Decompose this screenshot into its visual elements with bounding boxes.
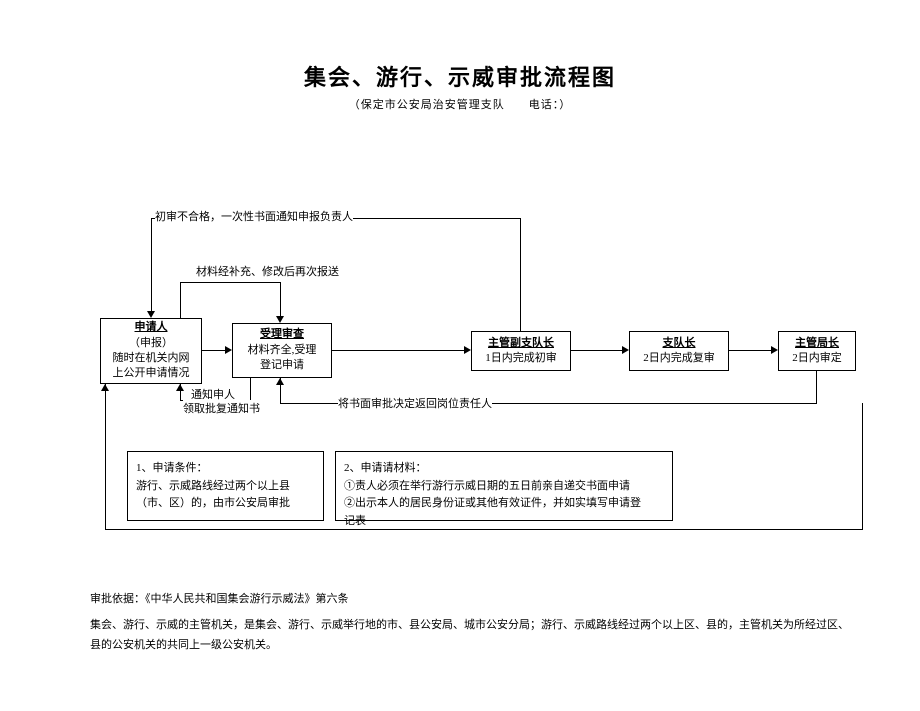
applicant-paren: （申报） xyxy=(129,336,173,351)
box-director: 主管局长 2日内审定 xyxy=(778,331,856,371)
arrow-review-vice xyxy=(464,346,471,354)
box-vice: 主管副支队长 1日内完成初审 xyxy=(471,331,571,371)
line-resubmit-top xyxy=(180,282,280,283)
review-header: 受理审查 xyxy=(260,327,304,342)
review-l1: 材料齐全,受理 xyxy=(248,343,317,358)
info-right-l4: 记表 xyxy=(344,513,664,531)
line-resubmit-down xyxy=(280,282,281,318)
chief-l1: 2日内完成复审 xyxy=(643,351,715,366)
page-title: 集会、游行、示威审批流程图 xyxy=(0,60,920,92)
page-subtitle: （保定市公安局治安管理支队 电话：） xyxy=(0,96,920,112)
footer-basis: 审批依据：《中华人民共和国集会游行示威法》第六条 xyxy=(90,590,349,610)
applicant-header: 申请人 xyxy=(135,320,168,335)
line-stub-right xyxy=(862,403,863,451)
line-reject-up xyxy=(520,218,521,331)
info-right-l3: ②出示本人的居民身份证或其他有效证件，并如实填写申请登 xyxy=(344,495,664,513)
footer-para: 集会、游行、示威的主管机关，是集会、游行、示威举行地的市、县公安局、城市公安分局… xyxy=(90,616,850,656)
label-resubmit: 材料经补充、修改后再次报送 xyxy=(196,263,339,279)
vice-l1: 1日内完成初审 xyxy=(485,351,557,366)
line-bigloop-left xyxy=(105,384,106,529)
line-reject-down xyxy=(151,218,152,313)
info-left-l2: 游行、示威路线经过两个以上县 xyxy=(136,478,315,496)
arrow-vice-chief xyxy=(622,346,629,354)
arrow-applicant-review xyxy=(225,346,232,354)
line-vice-chief xyxy=(571,350,624,351)
line-return-down1 xyxy=(816,371,817,403)
applicant-l1: 随时在机关内网 xyxy=(113,351,190,366)
arrow-chief-director xyxy=(771,346,778,354)
label-notify-l2: 领取批复通知书 xyxy=(183,400,260,416)
line-chief-director xyxy=(729,350,773,351)
chief-header: 支队长 xyxy=(663,336,696,351)
line-review-vice xyxy=(332,350,466,351)
review-l2: 登记申请 xyxy=(260,358,304,373)
box-review: 受理审查 材料齐全,受理 登记申请 xyxy=(232,323,332,378)
box-applicant: 申请人 （申报） 随时在机关内网 上公开申请情况 xyxy=(100,318,202,384)
vice-header: 主管副支队长 xyxy=(488,336,554,351)
arrow-reject-down xyxy=(147,311,155,318)
info-box-conditions: 1、申请条件： 游行、示威路线经过两个以上县 （市、区）的，由市公安局审批 xyxy=(127,451,324,521)
arrow-bigloop-up xyxy=(101,384,109,391)
director-header: 主管局长 xyxy=(795,336,839,351)
line-resubmit-up xyxy=(180,282,181,318)
info-right-l2: ①责人必须在举行游行示威日期的五日前亲自递交书面申请 xyxy=(344,478,664,496)
label-return: 将书面审批决定返回岗位责任人 xyxy=(338,395,492,411)
line-bigloop-right xyxy=(862,451,863,530)
line-notify-down xyxy=(250,378,251,400)
director-l1: 2日内审定 xyxy=(792,351,842,366)
label-top-reject: 初审不合格，一次性书面通知申报负责人 xyxy=(155,208,353,224)
info-left-l1: 1、申请条件： xyxy=(136,460,315,478)
arrow-notify-up xyxy=(176,384,184,391)
info-box-materials: 2、申请请材料： ①责人必须在举行游行示威日期的五日前亲自递交书面申请 ②出示本… xyxy=(335,451,673,521)
info-right-l1: 2、申请请材料： xyxy=(344,460,664,478)
arrow-return-up xyxy=(276,378,284,385)
arrow-resubmit-down xyxy=(276,316,284,323)
applicant-l2: 上公开申请情况 xyxy=(113,366,190,381)
line-applicant-review xyxy=(202,350,227,351)
info-left-l3: （市、区）的，由市公安局审批 xyxy=(136,495,315,513)
box-chief: 支队长 2日内完成复审 xyxy=(629,331,729,371)
